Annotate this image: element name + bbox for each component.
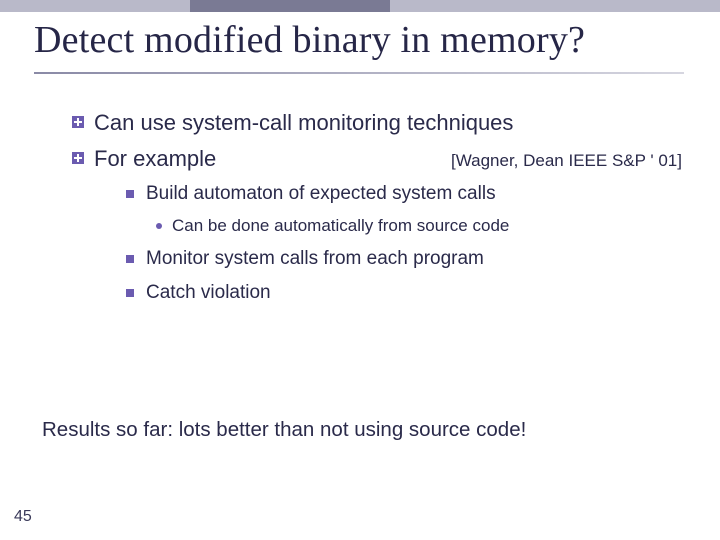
bullet-l2: Monitor system calls from each program [126, 246, 682, 273]
bullet-text: Monitor system calls from each program [146, 246, 484, 273]
sublist: Build automaton of expected system calls… [126, 181, 682, 307]
square-bullet-icon [126, 255, 134, 263]
slide: Detect modified binary in memory? Can us… [0, 0, 720, 540]
plus-bullet-icon [72, 116, 84, 128]
title-underline [34, 72, 684, 74]
bullet-l1: Can use system-call monitoring technique… [72, 108, 682, 138]
dot-bullet-icon [156, 223, 162, 229]
slide-body: Can use system-call monitoring technique… [72, 108, 682, 307]
bullet-l2: Catch violation [126, 280, 682, 307]
plus-bullet-icon [72, 152, 84, 164]
slide-title: Detect modified binary in memory? [34, 18, 585, 62]
summary-text: Results so far: lots better than not usi… [42, 418, 526, 442]
bullet-text: Can be done automatically from source co… [172, 214, 509, 238]
bullet-l3: Can be done automatically from source co… [156, 214, 682, 238]
bullet-text: Catch violation [146, 280, 271, 307]
bullet-l2: Build automaton of expected system calls [126, 181, 682, 208]
bullet-text: For example [94, 144, 216, 174]
bullet-text: Can use system-call monitoring technique… [94, 108, 682, 138]
square-bullet-icon [126, 289, 134, 297]
bullet-l1: For example [Wagner, Dean IEEE S&P ' 01] [72, 144, 682, 174]
square-bullet-icon [126, 190, 134, 198]
top-bar [0, 0, 720, 12]
bullet-text: Build automaton of expected system calls [146, 181, 496, 208]
page-number: 45 [14, 508, 32, 526]
top-bar-accent [190, 0, 390, 12]
bullet-row: For example [Wagner, Dean IEEE S&P ' 01] [94, 144, 682, 174]
citation: [Wagner, Dean IEEE S&P ' 01] [451, 150, 682, 173]
subsublist: Can be done automatically from source co… [156, 214, 682, 238]
